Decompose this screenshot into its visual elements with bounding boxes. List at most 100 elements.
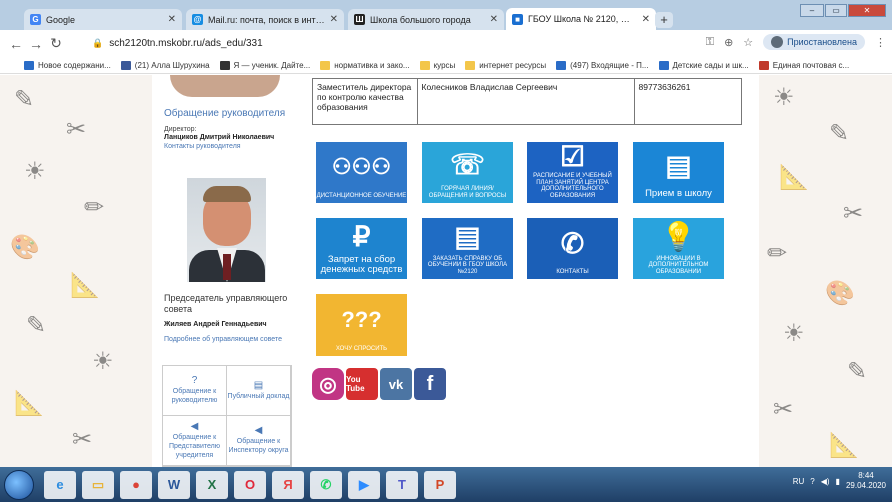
minimize-button[interactable]: – [800,4,824,17]
tab-2[interactable]: Ш Школа большого города ✕ [348,9,504,30]
bookmark-7[interactable]: Детские сады и шк... [658,60,749,70]
quick-link-1[interactable]: ▤ Публичный доклад [227,366,291,416]
bookmark-4[interactable]: курсы [419,60,455,70]
tile-label: Контакты [556,268,589,275]
zoom-icon[interactable]: ▶ [348,470,380,499]
bookmark-8[interactable]: Единая почтовая с... [758,60,849,70]
tile-label: ИННОВАЦИИ В ДОПОЛНИТЕЛЬНОМ ОБРАЗОВАНИИ [648,255,709,275]
quick-link-label: Публичный доклад [227,392,290,400]
bookmark-6[interactable]: (497) Входящие - П... [556,60,649,70]
lightbulb-icon: 💡 [661,221,696,253]
quick-link-3[interactable]: ◀ Обращение к Инспектору округа [227,416,291,466]
network-icon[interactable]: ▮ [836,477,840,486]
youtube-icon[interactable]: You Tube [346,368,378,400]
bookmark-icon [120,60,131,70]
forward-button[interactable]: → [26,36,46,52]
url-field[interactable]: 🔒 sch2120tn.mskobr.ru/ads_edu/331 [92,34,782,53]
new-tab-button[interactable]: + [655,12,673,28]
bookmark-2[interactable]: Я — ученик. Дайте... [219,60,311,70]
tab-0[interactable]: G Google ✕ [24,9,182,30]
sidebar-title[interactable]: Обращение руководителя [164,108,285,119]
clock-date: 29.04.2020 [845,481,886,490]
bookmark-star-icon[interactable]: ☆ [743,36,753,49]
tile-innovations[interactable]: 💡 ИННОВАЦИИ В ДОПОЛНИТЕЛЬНОМ ОБРАЗОВАНИИ [633,218,724,279]
key-icon[interactable]: ⚿ [706,36,714,49]
zoom-icon[interactable]: ⊕ [724,36,733,49]
volume-icon[interactable]: ◀) [821,477,830,486]
browser-tab-strip: G Google ✕ @ Mail.ru: почта, поиск в интерне… [0,0,892,30]
tile-ask[interactable]: ??? ХОЧУ СПРОСИТЬ [316,294,407,356]
tab-close-icon[interactable]: ✕ [330,14,338,25]
chrome-icon[interactable]: ● [120,470,152,499]
window-controls: – ▭ ✕ [800,4,886,17]
mailru-icon: @ [192,14,203,25]
start-button[interactable] [4,469,34,500]
quick-link-label: Обращение к руководителю [171,388,218,404]
bookmark-3[interactable]: нормативка и зако... [320,60,410,70]
director-name: Ланциков Дмитрий Николаевич [164,134,275,141]
tile-label: Запрет на сбор денежных средств [320,254,403,275]
quick-link-2[interactable]: ◀ Обращение к Представителю учредителя [163,416,227,466]
ruble-icon: ₽ [352,221,371,252]
profile-button[interactable]: Приостановлена [763,34,865,50]
teams-icon[interactable]: T [386,470,418,499]
close-window-button[interactable]: ✕ [848,4,886,17]
tile-admission[interactable]: ▤ Прием в школу [633,142,724,203]
left-background-pattern: ✎ ✂ ☀ ✏ 🎨 📐 ✎ ☀ 📐 ✂ [10,86,114,453]
instagram-icon[interactable]: ◎ [312,368,344,400]
tile-hotline[interactable]: ☏ ГОРЯЧАЯ ЛИНИЯ/ ОБРАЩЕНИЯ И ВОПРОСЫ [422,142,513,203]
maximize-button[interactable]: ▭ [825,4,847,17]
chair-name: Жиляев Андрей Геннадьевич [164,321,267,328]
quick-link-0[interactable]: ? Обращение к руководителю [163,366,227,416]
bookmark-1[interactable]: (21) Алла Шурухина [120,60,210,70]
help-icon[interactable]: ? [810,477,814,486]
tab-1[interactable]: @ Mail.ru: почта, поиск в интернете ✕ [186,9,344,30]
reload-button[interactable]: ↻ [46,35,66,52]
chair-more-link[interactable]: Подробнее об управляющем совете [164,336,282,343]
google-icon: G [30,14,41,25]
tile-schedule[interactable]: ☑ Расписание и учебный план занятий Центр… [527,142,618,203]
bookmark-label: Я — ученик. Дайте... [233,60,311,70]
tile-certificate[interactable]: ▤ ЗАКАЗАТЬ СПРАВКУ ОБ ОБУЧЕНИИ В ГБОУ ШКО… [422,218,513,279]
tile-distance[interactable]: ⚇⚇⚇ ДИСТАНЦИОННОЕ ОБУЧЕНИЕ [316,142,407,203]
clock-time: 8:44 [858,471,874,480]
bookmark-0[interactable]: Новое содержани... [24,60,111,70]
tile-ban[interactable]: ₽ Запрет на сбор денежных средств [316,218,407,279]
toolbar-right: ⚿ ⊕ ☆ Приостановлена ⋮ [706,34,886,50]
chair-title: Председатель управляющего совета [164,293,288,314]
word-icon[interactable]: W [158,470,190,499]
director-contacts-link[interactable]: Контакты руководителя [164,143,241,150]
mos-icon: ■ [512,13,523,25]
bookmark-icon [219,60,230,70]
social-links: ◎ You Tube vk f [312,368,446,400]
tile-label: Расписание и учебный план занятий Центра… [533,173,612,199]
tab-close-icon[interactable]: ✕ [642,14,650,25]
explorer-icon[interactable]: ▭ [82,470,114,499]
bookmark-5[interactable]: интернет ресурсы [465,60,547,70]
phone-icon: ☏ [449,148,485,180]
language-indicator[interactable]: RU [793,477,805,486]
excel-icon[interactable]: X [196,470,228,499]
vk-icon[interactable]: vk [380,368,412,400]
tile-label: ХОЧУ СПРОСИТЬ [335,345,388,352]
tab-3[interactable]: ■ ГБОУ Школа № 2120, Москва ✕ [506,8,656,30]
document-stack-icon: ▤ [665,150,692,181]
tab-close-icon[interactable]: ✕ [168,14,176,25]
bookmark-label: нормативка и зако... [334,60,410,70]
tab-title: Google [46,14,76,25]
bookmark-label: интернет ресурсы [479,60,547,70]
tile-contacts[interactable]: ✆ Контакты [527,218,618,279]
whatsapp-icon[interactable]: ✆ [310,470,342,499]
menu-icon[interactable]: ⋮ [875,36,886,49]
yandex-icon[interactable]: Я [272,470,304,499]
question-marks-icon: ??? [341,306,382,332]
ie-icon[interactable]: e [44,470,76,499]
powerpoint-icon[interactable]: P [424,470,456,499]
opera-icon[interactable]: O [234,470,266,499]
web-page: ✎ ✂ ☀ ✏ 🎨 📐 ✎ ☀ 📐 ✂ ☀ ✎ 📐 ✂ ✏ 🎨 ☀ ✎ ✂ 📐 Обращение руко… [0,75,892,467]
director-photo-partial [170,75,280,97]
tab-close-icon[interactable]: ✕ [490,14,498,25]
clock[interactable]: 8:44 29.04.2020 [846,471,886,491]
back-button[interactable]: ← [6,36,26,52]
facebook-icon[interactable]: f [414,368,446,400]
